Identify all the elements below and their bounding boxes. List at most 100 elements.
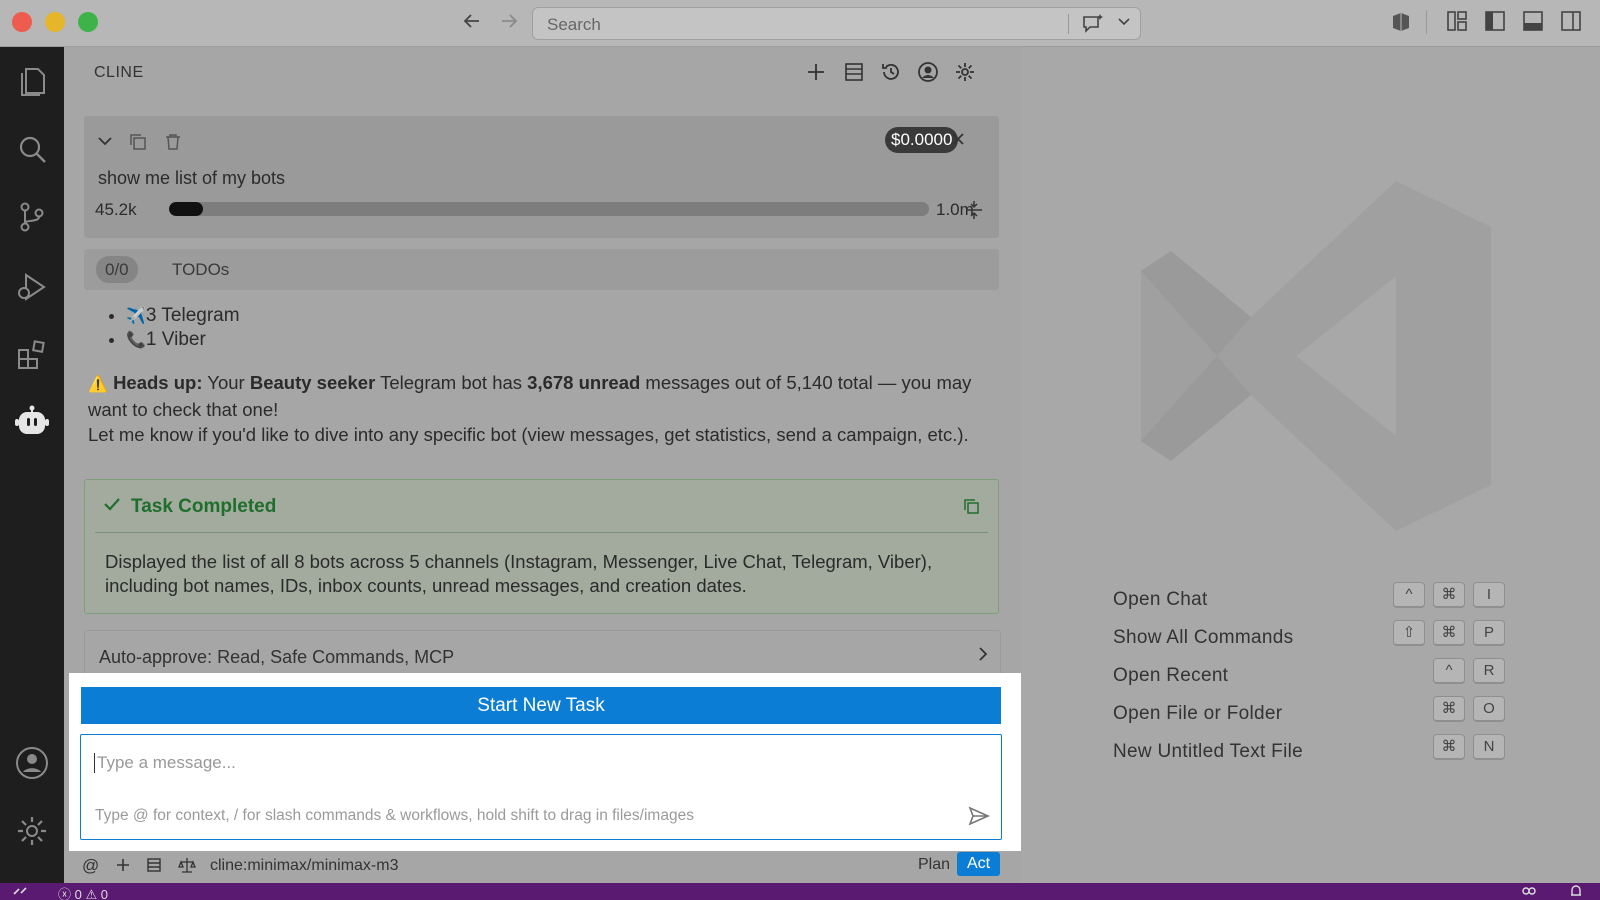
message-text: Your <box>202 372 250 393</box>
vscode-watermark-logo <box>1141 181 1491 531</box>
search-input[interactable]: Search <box>532 7 1141 40</box>
followup-paragraph: Let me know if you'd like to dive into a… <box>88 424 969 445</box>
kbd-key: ⌘ <box>1433 582 1465 608</box>
search-icon[interactable] <box>14 131 50 167</box>
task-completed-body: Displayed the list of all 8 bots across … <box>105 551 933 596</box>
kbd-key: ⇧ <box>1393 620 1425 646</box>
close-task-icon[interactable] <box>950 131 966 152</box>
run-debug-icon[interactable] <box>14 269 50 305</box>
search-divider <box>1068 14 1069 34</box>
account-icon[interactable] <box>14 745 50 781</box>
list-item-text: 1 Viber <box>145 329 206 350</box>
close-window-button[interactable] <box>12 12 32 32</box>
settings-gear-icon[interactable] <box>954 61 976 88</box>
back-arrow-icon[interactable] <box>461 10 483 38</box>
message-hint: Type @ for context, / for slash commands… <box>95 807 694 824</box>
forward-arrow-icon[interactable] <box>498 10 520 38</box>
explorer-icon[interactable] <box>14 63 50 99</box>
copilot-icon[interactable] <box>1389 10 1413 39</box>
todo-count: 0/0 <box>96 256 138 283</box>
toggle-panel-icon[interactable] <box>1522 10 1544 37</box>
extensions-icon[interactable] <box>14 337 50 373</box>
phone-icon: 📞 <box>126 332 146 349</box>
model-scale-icon[interactable] <box>178 856 196 879</box>
compose-area: Start New Task Type a message... Type @ … <box>69 673 1021 851</box>
notifications-bell-icon[interactable] <box>1568 884 1584 900</box>
titlebar-divider <box>1426 10 1427 34</box>
task-text: show me list of my bots <box>98 168 286 188</box>
chevron-down-icon[interactable] <box>1117 14 1131 31</box>
cline-bot-icon[interactable] <box>14 403 50 439</box>
status-bar: ⓧ 0 ⚠ 0 <box>0 883 1600 900</box>
add-context-icon[interactable] <box>115 857 131 878</box>
account-circle-icon[interactable] <box>917 61 939 88</box>
delete-task-icon[interactable] <box>163 132 183 157</box>
shortcut-open-file-or-folder[interactable]: Open File or Folder ⌘ O <box>1113 696 1513 734</box>
mcp-servers-icon[interactable] <box>843 61 865 88</box>
model-selector[interactable]: cline:minimax/minimax-m3 <box>210 857 398 875</box>
todo-label: TODOs <box>172 260 230 279</box>
start-new-task-button[interactable]: Start New Task <box>81 687 1001 724</box>
toggle-primary-sidebar-icon[interactable] <box>1484 10 1506 37</box>
shortcut-label: Show All Commands <box>1113 627 1294 648</box>
maximize-window-button[interactable] <box>78 12 98 32</box>
compact-context-icon[interactable] <box>964 200 984 225</box>
source-control-icon[interactable] <box>14 199 50 235</box>
history-icon[interactable] <box>880 61 902 88</box>
shortcut-open-chat[interactable]: Open Chat ^ ⌘ I <box>1113 582 1513 620</box>
title-bar: Search <box>0 0 1600 47</box>
send-icon[interactable] <box>967 805 991 832</box>
shortcuts-list: Open Chat ^ ⌘ I Show All Commands ⇧ ⌘ P … <box>1113 582 1513 772</box>
bot-name: Beauty seeker <box>249 372 376 393</box>
kbd-key: ⌘ <box>1433 734 1465 760</box>
heads-up-paragraph: ⚠️ Heads up: Your Beauty seeker Telegram… <box>88 370 993 422</box>
message-input[interactable]: Type a message... Type @ for context, / … <box>80 734 1002 840</box>
task-completed-title: Task Completed <box>131 496 277 517</box>
warning-icon: ⚠️ <box>88 376 108 393</box>
act-mode-toggle[interactable]: Act <box>957 852 1001 876</box>
kbd-key: ⌘ <box>1433 696 1465 722</box>
shortcut-label: Open Recent <box>1113 665 1229 686</box>
manage-gear-icon[interactable] <box>14 813 50 849</box>
message-placeholder: Type a message... <box>94 753 236 773</box>
copy-result-icon[interactable] <box>963 498 981 521</box>
airplane-icon: ✈️ <box>126 308 146 325</box>
list-item-text: 3 Telegram <box>145 305 240 326</box>
search-placeholder: Search <box>547 15 601 34</box>
servers-icon[interactable] <box>146 857 162 878</box>
list-item: 📞1 Viber <box>126 329 240 353</box>
warning-triangle-icon: ⚠ <box>85 887 98 900</box>
shortcut-new-untitled-text-file[interactable]: New Untitled Text File ⌘ N <box>1113 734 1513 772</box>
cost-badge: $0.0000 <box>885 127 959 153</box>
at-mention-icon[interactable]: @ <box>82 856 99 876</box>
problems-indicator[interactable]: ⓧ 0 ⚠ 0 <box>58 884 108 900</box>
copilot-status-icon[interactable] <box>1520 884 1538 900</box>
kbd-key: I <box>1473 582 1505 608</box>
task-header-card: $0.0000 show me list of my bots 45.2k 1.… <box>84 116 999 238</box>
chat-sparkle-icon[interactable] <box>1081 12 1105 41</box>
kbd-key: P <box>1473 620 1505 646</box>
plan-mode-toggle[interactable]: Plan <box>918 856 950 874</box>
panel-title: CLINE <box>94 64 144 81</box>
shortcut-label: Open Chat <box>1113 589 1208 610</box>
remote-indicator-icon[interactable] <box>12 884 28 900</box>
toggle-secondary-sidebar-icon[interactable] <box>1560 10 1582 37</box>
todos-bar[interactable]: 0/0 TODOs <box>84 249 999 290</box>
kbd-key: O <box>1473 696 1505 722</box>
minimize-window-button[interactable] <box>45 12 65 32</box>
copy-task-icon[interactable] <box>128 132 148 157</box>
error-count: 0 <box>74 887 82 900</box>
new-task-icon[interactable] <box>805 61 827 88</box>
shortcut-label: Open File or Folder <box>1113 703 1283 724</box>
auto-approve-label: Auto-approve: <box>99 647 213 667</box>
kbd-key: ^ <box>1433 658 1465 684</box>
auto-approve-text: Auto-approve: Read, Safe Commands, MCP <box>99 647 454 668</box>
bot-channel-list: ✈️3 Telegram 📞1 Viber <box>108 305 240 353</box>
shortcut-show-all-commands[interactable]: Show All Commands ⇧ ⌘ P <box>1113 620 1513 658</box>
tokens-used: 45.2k <box>95 200 137 219</box>
shortcut-open-recent[interactable]: Open Recent ^ R <box>1113 658 1513 696</box>
chevron-right-icon[interactable] <box>975 644 991 670</box>
customize-layout-icon[interactable] <box>1446 10 1468 37</box>
collapse-chevron-icon[interactable] <box>96 132 114 155</box>
shortcut-label: New Untitled Text File <box>1113 741 1303 762</box>
